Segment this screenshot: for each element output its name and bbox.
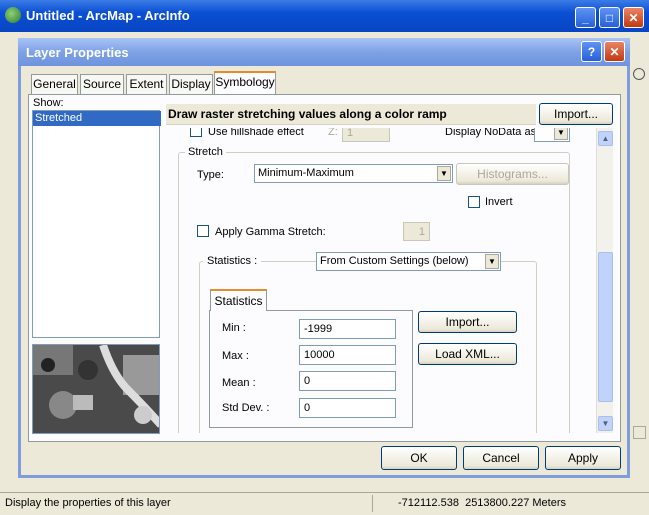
tab-source[interactable]: Source <box>80 74 124 94</box>
hillshade-label: Use hillshade effect <box>208 128 304 138</box>
maximize-button[interactable]: □ <box>599 7 620 28</box>
minimize-button[interactable]: _ <box>575 7 596 28</box>
load-xml-button[interactable]: Load XML... <box>418 343 517 365</box>
tab-extent[interactable]: Extent <box>126 74 167 94</box>
dialog-close-button[interactable]: ✕ <box>604 41 625 62</box>
max-input[interactable]: 10000 <box>299 345 396 365</box>
window-title: Untitled - ArcMap - ArcInfo <box>26 8 190 23</box>
symbology-content: Use hillshade effect Z: 1 Display NoData… <box>166 128 596 433</box>
raster-preview-image <box>32 344 160 434</box>
stretch-group-label: Stretch <box>185 146 226 158</box>
invert-label: Invert <box>485 196 513 208</box>
statistics-source-dropdown[interactable]: From Custom Settings (below) ▼ <box>316 252 501 271</box>
tab-symbology[interactable]: Symbology <box>214 71 276 94</box>
statistics-import-button[interactable]: Import... <box>418 311 517 333</box>
arcmap-globe-icon <box>5 7 21 23</box>
z-input[interactable]: 1 <box>342 128 390 142</box>
coordinate-readout: -712112.538 2513800.227 Meters <box>398 497 566 509</box>
arcmap-title-bar: Untitled - ArcMap - ArcInfo _ □ ✕ <box>0 0 649 32</box>
statistics-source-value: From Custom Settings (below) <box>320 255 469 267</box>
scroll-up-icon[interactable] <box>633 426 646 439</box>
z-label: Z: <box>328 128 338 138</box>
scroll-up-button[interactable]: ▲ <box>598 131 613 146</box>
dialog-title-bar: Layer Properties ? ✕ <box>18 38 630 66</box>
status-text: Display the properties of this layer <box>5 497 171 509</box>
invert-checkbox[interactable] <box>468 196 480 208</box>
symbology-scrollbar[interactable]: ▲ ▼ <box>596 128 613 433</box>
import-button[interactable]: Import... <box>539 103 613 125</box>
show-label: Show: <box>33 97 64 109</box>
status-divider <box>372 495 373 512</box>
ok-button[interactable]: OK <box>381 446 457 470</box>
max-label: Max : <box>222 350 249 362</box>
chevron-down-icon: ▼ <box>554 128 568 140</box>
chevron-down-icon: ▼ <box>437 166 451 181</box>
min-input[interactable]: -1999 <box>299 319 396 339</box>
toolbar-strip <box>0 34 18 474</box>
dialog-title: Layer Properties <box>26 45 129 60</box>
preview-svg <box>33 345 159 433</box>
tab-display[interactable]: Display <box>169 74 213 94</box>
statistics-label: Statistics : <box>203 255 262 267</box>
stretch-type-value: Minimum-Maximum <box>258 167 354 179</box>
mean-input[interactable]: 0 <box>299 371 396 391</box>
close-button[interactable]: ✕ <box>623 7 644 28</box>
status-bar: Display the properties of this layer -71… <box>0 492 649 515</box>
cancel-button[interactable]: Cancel <box>463 446 539 470</box>
mean-label: Mean : <box>222 377 256 389</box>
scroll-down-button[interactable]: ▼ <box>598 416 613 431</box>
apply-button[interactable]: Apply <box>545 446 621 470</box>
description-text: Draw raster stretching values along a co… <box>168 107 447 121</box>
description-bar: Draw raster stretching values along a co… <box>166 104 536 125</box>
gamma-label: Apply Gamma Stretch: <box>215 226 326 238</box>
min-label: Min : <box>222 322 246 334</box>
stretch-type-dropdown[interactable]: Minimum-Maximum ▼ <box>254 164 453 183</box>
show-item-stretched[interactable]: Stretched <box>33 111 161 126</box>
nav-icon[interactable] <box>633 68 645 80</box>
chevron-down-icon: ▼ <box>485 254 499 269</box>
show-list[interactable] <box>32 110 160 338</box>
std-dev-label: Std Dev. : <box>222 402 270 414</box>
nodata-label: Display NoData as <box>445 128 537 138</box>
nodata-color-dropdown[interactable]: ▼ <box>534 128 570 142</box>
tab-statistics[interactable]: Statistics <box>210 289 267 311</box>
type-label: Type: <box>197 169 224 181</box>
scroll-thumb[interactable] <box>598 252 613 402</box>
hillshade-checkbox[interactable] <box>190 128 202 137</box>
histograms-button[interactable]: Histograms... <box>456 163 569 185</box>
gamma-input[interactable]: 1 <box>403 222 430 241</box>
help-button[interactable]: ? <box>581 41 602 62</box>
std-dev-input[interactable]: 0 <box>299 398 396 418</box>
tab-general[interactable]: General <box>31 74 78 94</box>
gamma-checkbox[interactable] <box>197 225 209 237</box>
